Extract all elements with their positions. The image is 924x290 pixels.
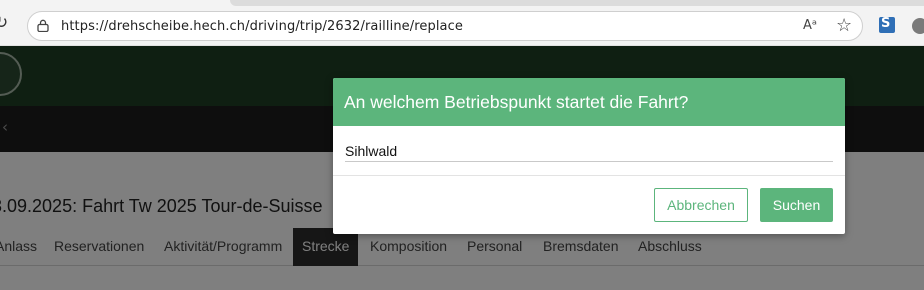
dialog-title: An welchem Betriebspunkt startet die Fah… <box>344 92 689 112</box>
url-text[interactable]: https://drehscheibe.hech.ch/driving/trip… <box>61 19 463 34</box>
lock-icon[interactable] <box>37 19 49 32</box>
favorite-icon[interactable]: ☆ <box>836 16 852 36</box>
extension-icon[interactable]: S <box>879 16 895 33</box>
address-bar[interactable]: https://drehscheibe.hech.ch/driving/trip… <box>27 11 863 41</box>
operating-point-input[interactable] <box>345 140 833 162</box>
dialog-header: An welchem Betriebspunkt startet die Fah… <box>333 78 845 126</box>
browser-toolbar: ↻ https://drehscheibe.hech.ch/driving/tr… <box>0 0 924 46</box>
search-button[interactable]: Suchen <box>760 188 833 222</box>
reload-icon[interactable]: ↻ <box>0 15 8 32</box>
cancel-button[interactable]: Abbrechen <box>654 188 748 222</box>
read-aloud-icon[interactable]: Aᵃ <box>803 18 817 33</box>
start-point-dialog: An welchem Betriebspunkt startet die Fah… <box>333 78 845 234</box>
tab-strip <box>230 0 924 6</box>
profile-icon[interactable] <box>912 18 924 34</box>
dialog-divider <box>333 175 845 176</box>
